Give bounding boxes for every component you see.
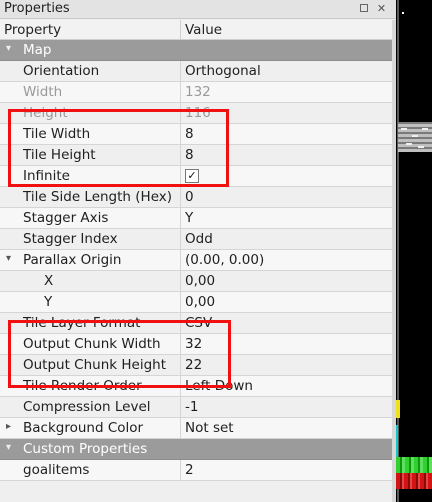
highlight-box-chunk-size <box>8 320 231 388</box>
property-name: Width <box>23 84 63 100</box>
lava-tile-graphic <box>396 473 432 489</box>
property-row-goalitems[interactable]: goalitems 2 <box>0 460 392 481</box>
grass-tile-graphic <box>396 457 432 473</box>
property-name: Map <box>23 42 52 58</box>
expand-arrow-icon[interactable]: ▸ <box>6 421 11 432</box>
property-value[interactable]: 2 <box>185 462 194 478</box>
property-row-stagger-index[interactable]: Stagger Index Odd <box>0 229 392 250</box>
property-value[interactable]: 0,00 <box>185 273 215 289</box>
property-value[interactable]: Not set <box>185 420 234 436</box>
value-column-header[interactable]: Value <box>185 22 222 38</box>
collapse-arrow-icon[interactable]: ▾ <box>6 43 11 54</box>
map-canvas[interactable] <box>396 0 432 502</box>
property-column-header[interactable]: Property <box>4 22 61 38</box>
property-name: Tile Side Length (Hex) <box>23 189 173 205</box>
property-name: X <box>44 273 54 289</box>
property-row-orientation[interactable]: Orientation Orthogonal <box>0 61 392 82</box>
group-row-map[interactable]: ▾ Map <box>0 40 392 61</box>
collapse-arrow-icon[interactable]: ▾ <box>6 442 11 453</box>
property-name: Custom Properties <box>23 441 148 457</box>
float-icon[interactable] <box>358 2 371 15</box>
property-value[interactable]: 0,00 <box>185 294 215 310</box>
property-value[interactable]: Y <box>185 210 193 226</box>
property-value[interactable]: (0.00, 0.00) <box>185 252 264 268</box>
properties-panel: Properties ✕ Property Value ▾ Map Orientat… <box>0 0 396 502</box>
property-value[interactable]: -1 <box>185 399 198 415</box>
property-name: goalitems <box>23 462 90 478</box>
property-name: Background Color <box>23 420 144 436</box>
property-row-y[interactable]: Y 0,00 <box>0 292 392 313</box>
property-row-parallax-origin[interactable]: ▾ Parallax Origin (0.00, 0.00) <box>0 250 392 271</box>
property-row-width[interactable]: Width 132 <box>0 82 392 103</box>
property-row-compression-level[interactable]: Compression Level -1 <box>0 397 392 418</box>
wall-tile-graphic <box>398 122 432 152</box>
property-name: Y <box>44 294 53 310</box>
table-header: Property Value <box>0 20 392 40</box>
property-name: Orientation <box>23 63 100 79</box>
property-value: 132 <box>185 84 211 100</box>
property-row-x[interactable]: X 0,00 <box>0 271 392 292</box>
property-name: Parallax Origin <box>23 252 122 268</box>
property-name: Stagger Index <box>23 231 118 247</box>
property-value[interactable]: Odd <box>185 231 213 247</box>
group-row-custom-properties[interactable]: ▾ Custom Properties <box>0 439 392 460</box>
close-icon[interactable]: ✕ <box>375 2 388 15</box>
property-value[interactable]: 0 <box>185 189 194 205</box>
property-row-background-color[interactable]: ▸ Background Color Not set <box>0 418 392 439</box>
property-row-stagger-axis[interactable]: Stagger Axis Y <box>0 208 392 229</box>
property-value[interactable]: Orthogonal <box>185 63 261 79</box>
property-row-tile-side-length-hex[interactable]: Tile Side Length (Hex) 0 <box>0 187 392 208</box>
panel-title: Properties <box>4 1 70 16</box>
collapse-arrow-icon[interactable]: ▾ <box>6 253 11 264</box>
panel-titlebar: Properties ✕ <box>0 0 396 19</box>
property-name: Stagger Axis <box>23 210 109 226</box>
highlight-box-tile-size <box>8 109 229 187</box>
property-name: Compression Level <box>23 399 151 415</box>
